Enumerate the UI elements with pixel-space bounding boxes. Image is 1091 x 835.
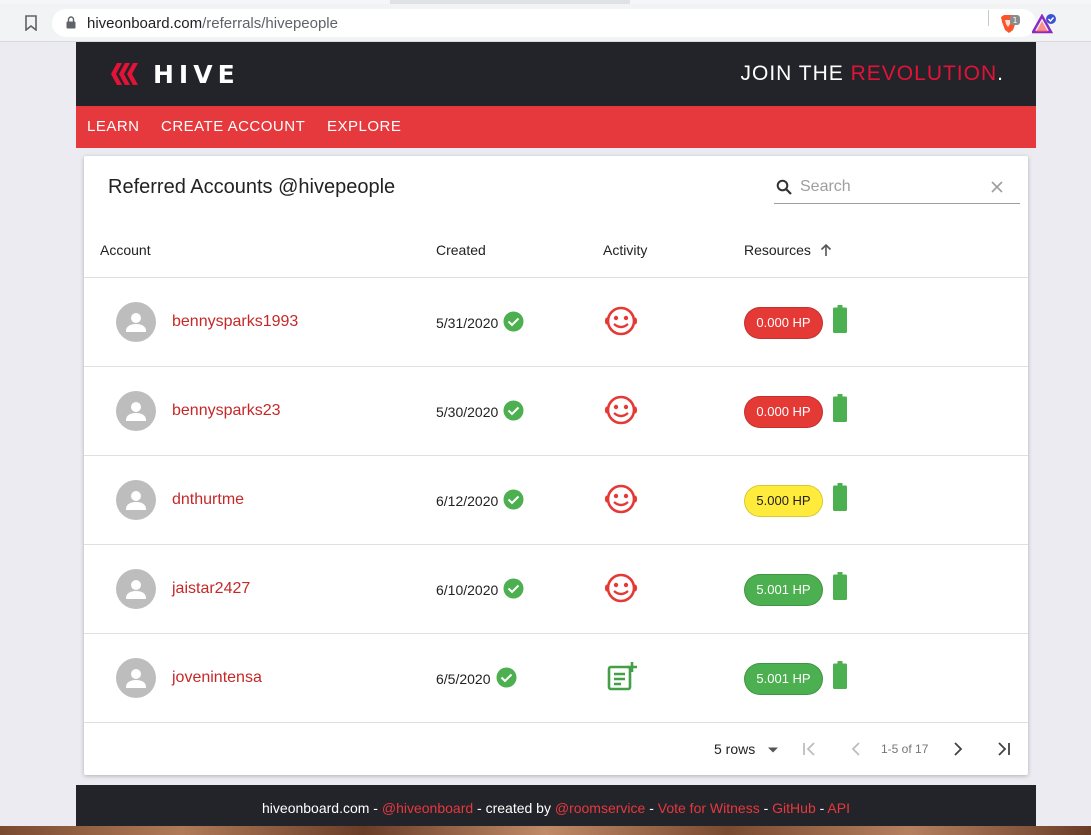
search-field[interactable] (774, 174, 1020, 204)
first-page-icon[interactable] (800, 740, 818, 758)
brave-shields-icon[interactable]: 1 (998, 14, 1020, 34)
nav-learn[interactable]: LEARN (87, 118, 140, 135)
avatar-icon[interactable] (116, 480, 156, 520)
battery-full-icon[interactable] (833, 572, 847, 600)
site-header: HIVE JOIN THE REVOLUTION. (76, 42, 1036, 106)
rows-per-page-select[interactable]: 5 rows (714, 741, 755, 757)
hp-badge[interactable]: 0.000 HP (744, 396, 823, 428)
account-link[interactable]: dnthurtme (172, 491, 244, 509)
check-circle-icon (503, 311, 524, 332)
check-circle-icon (503, 578, 524, 599)
smiley-face-icon[interactable] (604, 482, 638, 516)
hp-badge[interactable]: 5.001 HP (744, 663, 823, 695)
referred-accounts-card: Referred Accounts @hivepeople Account Cr… (84, 156, 1028, 775)
chevron-down-icon[interactable] (767, 746, 779, 754)
check-circle-icon (503, 489, 524, 510)
main-nav: LEARN CREATE ACCOUNT EXPLORE (76, 106, 1036, 148)
smiley-face-icon[interactable] (604, 304, 638, 338)
account-link[interactable]: bennysparks1993 (172, 313, 298, 331)
created-date: 6/12/2020 (436, 493, 499, 509)
last-page-icon[interactable] (995, 740, 1013, 758)
battery-full-icon[interactable] (833, 483, 847, 511)
nav-create-account[interactable]: CREATE ACCOUNT (161, 118, 305, 135)
previous-page-icon[interactable] (848, 740, 866, 758)
footer-link-hiveonboard[interactable]: @hiveonboard (382, 800, 473, 816)
footer-site: hiveonboard.com (262, 800, 370, 816)
smiley-face-icon[interactable] (604, 571, 638, 605)
url-text: hiveonboard.com/referrals/hivepeople (87, 15, 338, 32)
search-input[interactable] (800, 175, 980, 199)
clear-icon[interactable] (991, 181, 1003, 193)
footer-link-vote-witness[interactable]: Vote for Witness (658, 800, 760, 816)
battery-full-icon[interactable] (833, 661, 847, 689)
table-row[interactable]: jaistar2427 6/10/2020 5.001 HP (84, 545, 1028, 634)
check-circle-icon (496, 667, 517, 688)
bookmark-icon[interactable] (24, 15, 38, 31)
account-link[interactable]: bennysparks23 (172, 402, 281, 420)
check-circle-icon (503, 400, 524, 421)
arrow-up-icon[interactable] (820, 243, 832, 257)
slogan: JOIN THE REVOLUTION. (740, 62, 1004, 85)
table-row[interactable]: bennysparks23 5/30/2020 0.000 HP (84, 367, 1028, 456)
created-date: 6/5/2020 (436, 671, 491, 687)
hive-logo-icon[interactable] (110, 59, 140, 89)
next-page-icon[interactable] (948, 740, 966, 758)
browser-toolbar: hiveonboard.com/referrals/hivepeople 1 (0, 4, 1091, 42)
avatar-icon[interactable] (116, 302, 156, 342)
smiley-face-icon[interactable] (604, 393, 638, 427)
toolbar-divider (988, 10, 989, 26)
footer-text: hiveonboard.com - @hiveonboard - created… (262, 800, 850, 816)
account-link[interactable]: jaistar2427 (172, 580, 250, 598)
background-image-strip (0, 826, 1091, 835)
post-add-icon[interactable] (604, 660, 638, 694)
hp-badge[interactable]: 5.000 HP (744, 485, 823, 517)
account-link[interactable]: jovenintensa (172, 669, 262, 687)
avatar-icon[interactable] (116, 658, 156, 698)
address-bar[interactable]: hiveonboard.com/referrals/hivepeople (52, 9, 1036, 37)
table-row[interactable]: dnthurtme 6/12/2020 5.000 HP (84, 456, 1028, 545)
nav-explore[interactable]: EXPLORE (327, 118, 401, 135)
created-date: 5/31/2020 (436, 315, 499, 331)
hp-badge[interactable]: 0.000 HP (744, 307, 823, 339)
avatar-icon[interactable] (116, 569, 156, 609)
created-date: 6/10/2020 (436, 582, 499, 598)
brave-rewards-icon[interactable] (1032, 14, 1056, 34)
table-row[interactable]: bennysparks1993 5/31/2020 0.000 HP (84, 278, 1028, 367)
column-header-account[interactable]: Account (100, 242, 151, 258)
footer-link-roomservice[interactable]: @roomservice (555, 800, 645, 816)
created-date: 5/30/2020 (436, 404, 499, 420)
column-header-created[interactable]: Created (436, 242, 486, 258)
column-header-resources[interactable]: Resources (744, 242, 811, 258)
page-range: 1-5 of 17 (881, 742, 929, 756)
footer-link-api[interactable]: API (827, 800, 850, 816)
footer-link-github[interactable]: GitHub (772, 800, 816, 816)
column-header-activity[interactable]: Activity (603, 242, 647, 258)
lock-icon[interactable] (66, 16, 76, 29)
brand-name[interactable]: HIVE (153, 60, 240, 89)
table-row[interactable]: jovenintensa 6/5/2020 5.001 HP (84, 634, 1028, 723)
page-title: Referred Accounts @hivepeople (108, 176, 396, 198)
battery-full-icon[interactable] (833, 394, 847, 422)
battery-full-icon[interactable] (833, 305, 847, 333)
hp-badge[interactable]: 5.001 HP (744, 574, 823, 606)
avatar-icon[interactable] (116, 391, 156, 431)
svg-text:1: 1 (1012, 16, 1017, 25)
search-icon (776, 179, 792, 195)
